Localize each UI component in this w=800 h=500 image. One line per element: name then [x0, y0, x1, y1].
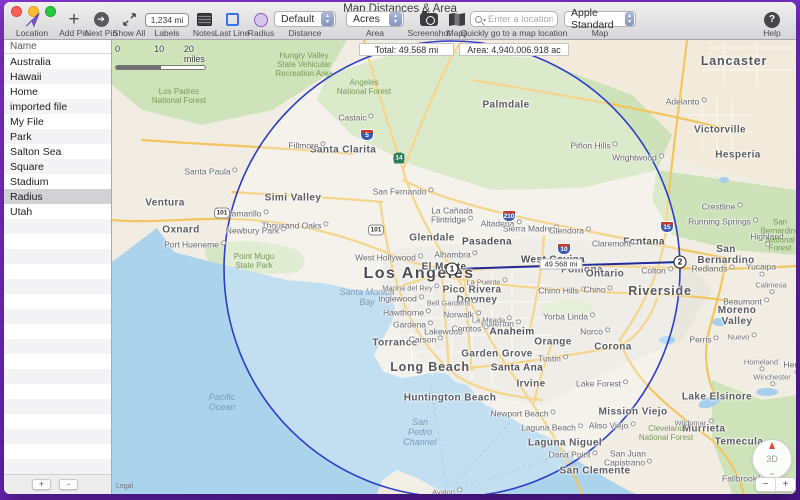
add-file-button[interactable]: + — [32, 479, 51, 490]
map-style-select[interactable]: Apple Standard ▴ ▾ — [564, 7, 636, 31]
location-search-field[interactable]: ▾ — [470, 11, 558, 27]
app-window: Map Distances & Area Location + Add Pin … — [4, 2, 796, 494]
list-item[interactable]: Home — [4, 84, 111, 99]
chevron-updown-icon: ▴ ▾ — [389, 12, 402, 26]
screenshot-button[interactable]: Screenshot — [408, 11, 451, 38]
map-scale: 0 10 20 miles — [115, 44, 215, 70]
zoom-in-button[interactable]: + — [776, 478, 795, 491]
question-mark-icon: ? — [764, 11, 780, 28]
labels-button[interactable]: 1,234 mi Labels — [144, 11, 190, 38]
show-all-button[interactable]: Show All — [109, 11, 149, 38]
search-icon — [475, 15, 482, 23]
map-style-group: Apple Standard ▴ ▾ Map — [564, 7, 636, 38]
notepad-icon — [196, 13, 212, 26]
distance-group: Default ▴ ▾ Distance — [274, 11, 336, 38]
location-button[interactable]: Location — [10, 11, 54, 38]
search-group: ▾ Quickly go to a map location — [461, 11, 567, 38]
line-distance-label: 49.568 mi — [539, 258, 583, 270]
map-view[interactable]: Los Angeles Lancaster Riverside Long Beach P… — [112, 40, 796, 494]
map-pin-1[interactable]: 1 — [445, 262, 459, 276]
name-column-header[interactable]: Name — [4, 40, 111, 54]
list-item[interactable]: Salton Sea — [4, 144, 111, 159]
total-area-readout: Area: 4,940,006.918 ac — [459, 43, 569, 56]
zoom-out-button[interactable]: − — [756, 478, 776, 491]
saved-files-sidebar: Name Australia Hawaii Home imported file My … — [4, 40, 112, 494]
distance-select[interactable]: Default ▴ ▾ — [274, 11, 336, 27]
list-item[interactable]: Utah — [4, 204, 111, 219]
list-item[interactable]: Park — [4, 129, 111, 144]
list-item[interactable]: Square — [4, 159, 111, 174]
location-arrow-icon — [24, 11, 41, 28]
arrow-circle-icon: ➔ — [93, 11, 109, 28]
area-group: Acres ▴ ▾ Area — [346, 11, 404, 38]
remove-file-button[interactable]: - — [59, 479, 78, 490]
camera-icon — [420, 11, 438, 26]
total-distance-readout: Total: 49.568 mi — [359, 43, 454, 56]
area-select[interactable]: Acres ▴ ▾ — [346, 11, 404, 27]
search-input[interactable] — [488, 13, 553, 25]
list-item[interactable]: Hawaii — [4, 69, 111, 84]
expand-arrows-icon — [122, 11, 137, 28]
map-pin-2[interactable]: 2 — [673, 255, 687, 269]
file-list: Australia Hawaii Home imported file My File P… — [4, 54, 111, 474]
legal-link[interactable]: Legal — [116, 483, 133, 490]
help-button[interactable]: ? Help — [754, 11, 790, 38]
scale-bar — [115, 65, 206, 70]
folded-map-icon — [449, 13, 465, 26]
list-item[interactable]: My File — [4, 114, 111, 129]
zoom-controls: − + — [755, 477, 796, 492]
plus-icon: + — [68, 8, 80, 30]
list-item[interactable]: Stadium — [4, 174, 111, 189]
distance-badge-icon: 1,234 mi — [144, 12, 190, 27]
chevron-updown-icon: ▴ ▾ — [321, 12, 334, 26]
chevron-updown-icon: ▴ ▾ — [625, 12, 634, 26]
toolbar: Map Distances & Area Location + Add Pin … — [4, 2, 796, 40]
square-outline-icon — [225, 13, 239, 26]
sidebar-footer: + - — [4, 474, 111, 494]
circle-outline-icon — [254, 12, 268, 27]
list-item[interactable]: Radius — [4, 189, 111, 204]
list-item[interactable]: Australia — [4, 54, 111, 69]
compass-3d-control[interactable]: 3D — [752, 439, 792, 479]
list-item[interactable]: imported file — [4, 99, 111, 114]
